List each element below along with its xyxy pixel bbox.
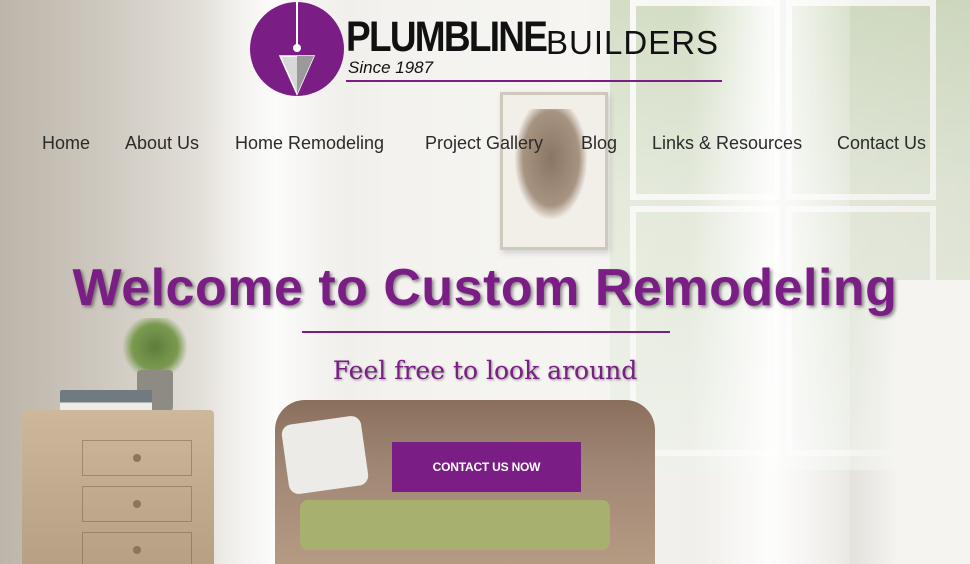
logo-tagline: Since 1987 xyxy=(348,58,434,77)
nav-home[interactable]: Home xyxy=(42,133,90,154)
throw-pillow xyxy=(280,414,370,496)
logo-name-light: BUILDERS xyxy=(546,24,720,61)
nav-links-resources[interactable]: Links & Resources xyxy=(652,133,802,154)
hero-divider xyxy=(302,331,670,333)
drawer xyxy=(82,532,192,564)
leaf-art xyxy=(515,109,587,219)
contact-us-now-button[interactable]: CONTACT US NOW xyxy=(392,442,581,492)
nav-project-gallery[interactable]: Project Gallery xyxy=(425,133,543,154)
drawer xyxy=(82,440,192,476)
plumb-bob-icon xyxy=(278,2,316,96)
leaf-art-frame xyxy=(500,92,608,250)
nav-blog[interactable]: Blog xyxy=(581,133,617,154)
nav-about-us[interactable]: About Us xyxy=(125,133,199,154)
logo-wordmark: PLUMBLINE BUILDERS xyxy=(346,13,718,61)
site-logo[interactable]: PLUMBLINE BUILDERS Since 1987 xyxy=(250,2,725,100)
drawer-knob xyxy=(133,546,141,554)
drawer xyxy=(82,486,192,522)
nav-home-remodeling[interactable]: Home Remodeling xyxy=(235,133,384,154)
wooden-dresser xyxy=(22,410,214,564)
drawer-knob xyxy=(133,454,141,462)
nav-contact-us[interactable]: Contact Us xyxy=(837,133,926,154)
logo-circle xyxy=(250,2,344,96)
main-nav: Home About Us Home Remodeling Project Ga… xyxy=(0,133,970,157)
sofa-cushion xyxy=(300,500,610,550)
logo-name-bold: PLUMBLINE xyxy=(346,13,548,61)
logo-underline xyxy=(346,80,722,82)
white-bed xyxy=(850,280,970,564)
drawer-knob xyxy=(133,500,141,508)
hero-subtitle: Feel free to look around xyxy=(332,356,638,385)
hero-title: Welcome to Custom Remodeling xyxy=(72,259,898,317)
